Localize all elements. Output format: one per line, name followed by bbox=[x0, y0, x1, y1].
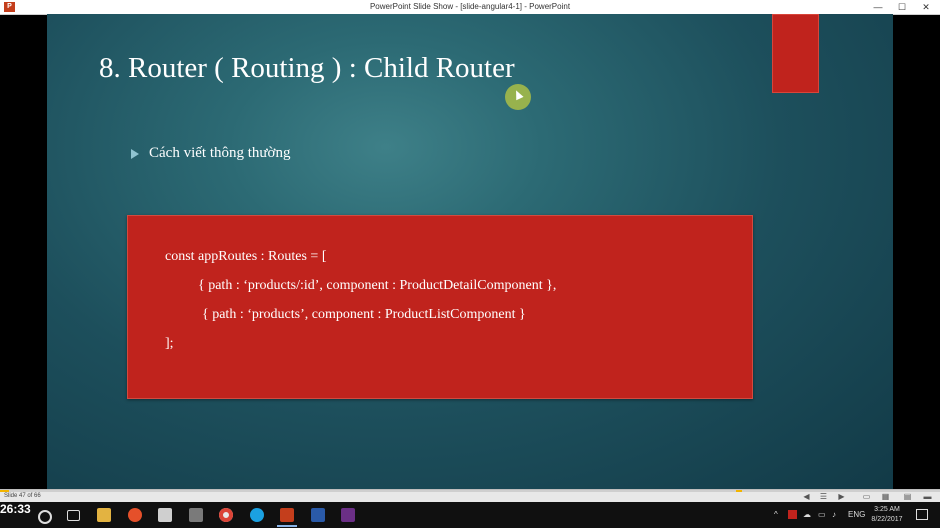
cursor-arrow-icon bbox=[512, 88, 524, 101]
file-explorer-icon[interactable] bbox=[97, 508, 111, 522]
next-icon[interactable]: ▶ bbox=[836, 492, 847, 501]
slide-progress-bar bbox=[0, 490, 940, 492]
slide-canvas[interactable]: 8. Router ( Routing ) : Child Router Các… bbox=[47, 14, 893, 489]
app-icon[interactable] bbox=[189, 508, 203, 522]
reading-view-icon[interactable]: ▤ bbox=[902, 492, 913, 501]
task-view-icon[interactable] bbox=[67, 510, 80, 521]
windows-taskbar: 26:33 ^ ☁ ▭ ♪ ENG 3:25 AM 8/22/2017 bbox=[0, 502, 940, 528]
powerpoint-taskbar-icon[interactable] bbox=[280, 508, 294, 522]
code-line: { path : ‘products’, component : Product… bbox=[202, 307, 526, 322]
cortana-search-icon[interactable] bbox=[38, 510, 52, 524]
app-icon[interactable] bbox=[158, 508, 172, 522]
code-line: ]; bbox=[165, 336, 174, 351]
normal-view-icon[interactable]: ▭ bbox=[861, 492, 872, 501]
clock-time: 3:25 AM bbox=[874, 506, 900, 513]
bullet-text: Cách viết thông thường bbox=[149, 145, 291, 161]
minimize-button[interactable]: — bbox=[866, 0, 890, 14]
window-title-bar: P PowerPoint Slide Show - [slide-angular… bbox=[0, 0, 940, 15]
tray-app-icon[interactable] bbox=[788, 510, 797, 519]
code-line: { path : ‘products/:id’, component : Pro… bbox=[198, 278, 557, 293]
close-button[interactable]: ✕ bbox=[914, 0, 938, 14]
slideshow-toolbar: Slide 47 of 66 ◀ ☰ ▶ ▭ ▦ ▤ ▬ bbox=[0, 489, 940, 503]
app-icon[interactable] bbox=[341, 508, 355, 522]
recording-timer: 26:33 bbox=[0, 502, 31, 516]
powershell-icon[interactable] bbox=[311, 508, 325, 522]
slide-progress-fill bbox=[0, 490, 10, 492]
menu-icon[interactable]: ☰ bbox=[818, 492, 829, 501]
decorative-red-tab bbox=[772, 14, 819, 93]
previous-icon[interactable]: ◀ bbox=[801, 492, 812, 501]
slide-sorter-icon[interactable]: ▦ bbox=[880, 492, 891, 501]
skype-icon[interactable] bbox=[250, 508, 264, 522]
browser-icon[interactable] bbox=[128, 508, 142, 522]
slide-counter: Slide 47 of 66 bbox=[4, 493, 41, 499]
active-app-indicator bbox=[277, 525, 297, 527]
action-center-icon[interactable] bbox=[916, 509, 928, 520]
volume-icon[interactable]: ♪ bbox=[832, 510, 836, 519]
slide-progress-marker bbox=[736, 490, 742, 492]
window-title: PowerPoint Slide Show - [slide-angular4-… bbox=[369, 2, 571, 11]
bullet-item: Cách viết thông thường bbox=[131, 145, 290, 162]
slideshow-icon[interactable]: ▬ bbox=[922, 492, 933, 501]
show-hidden-icons-icon[interactable]: ^ bbox=[774, 510, 778, 519]
clock-date: 8/22/2017 bbox=[871, 516, 903, 523]
language-indicator[interactable]: ENG bbox=[848, 510, 865, 519]
wifi-icon[interactable]: ☁ bbox=[803, 510, 811, 519]
network-icon[interactable]: ▭ bbox=[818, 510, 826, 519]
laser-pointer-cursor bbox=[505, 84, 531, 110]
code-block: const appRoutes : Routes = [ { path : ‘p… bbox=[127, 215, 753, 399]
bullet-triangle-icon bbox=[131, 148, 139, 159]
restore-button[interactable]: ☐ bbox=[890, 0, 914, 14]
system-clock[interactable]: 3:25 AM 8/22/2017 bbox=[866, 505, 908, 525]
slide-title: 8. Router ( Routing ) : Child Router bbox=[99, 52, 515, 84]
code-line: const appRoutes : Routes = [ bbox=[165, 249, 327, 264]
chrome-icon[interactable] bbox=[219, 508, 233, 522]
